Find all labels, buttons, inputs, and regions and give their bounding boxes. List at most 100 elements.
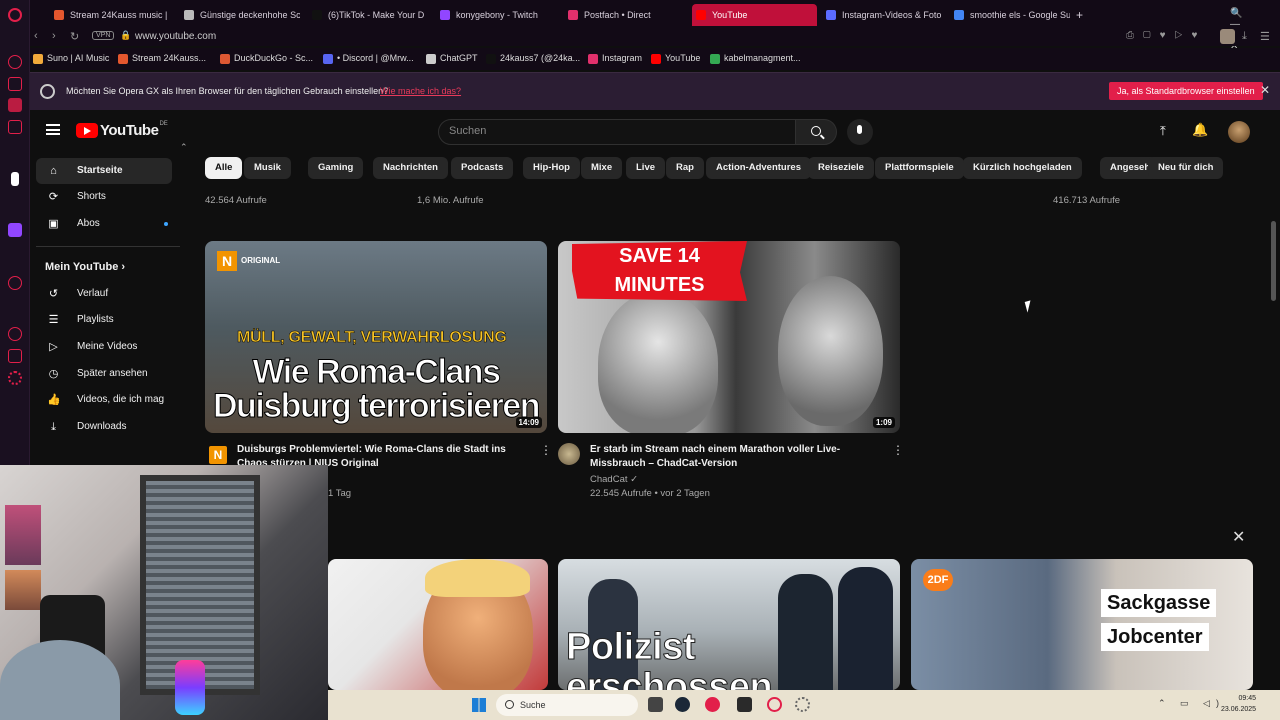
chip-rap[interactable]: Rap bbox=[666, 157, 704, 179]
tab-instagram-direct[interactable]: Postfach • Direct bbox=[564, 4, 684, 26]
chip-action-adventures[interactable]: Action-Adventures bbox=[706, 157, 811, 179]
video-thumbnail[interactable]: Polizist erschossen bbox=[558, 559, 900, 690]
url-field[interactable]: www.youtube.com bbox=[135, 31, 216, 42]
notifications-bell-icon[interactable]: 🔔 bbox=[1192, 122, 1208, 138]
system-tray[interactable]: ⌃ ▭ ◁) bbox=[1158, 698, 1225, 709]
bookmark-item[interactable]: kabelmanagment... bbox=[710, 53, 801, 64]
search-button[interactable] bbox=[795, 119, 837, 145]
news-icon[interactable] bbox=[8, 120, 22, 134]
chip-hiphop[interactable]: Hip-Hop bbox=[523, 157, 580, 179]
bookmark-item[interactable]: ChatGPT bbox=[426, 53, 478, 64]
extensions-icon[interactable] bbox=[8, 349, 22, 363]
chip-platformers[interactable]: Plattformspiele bbox=[875, 157, 964, 179]
bookmark-item[interactable]: Stream 24Kauss... bbox=[118, 53, 206, 64]
chip-news[interactable]: Nachrichten bbox=[373, 157, 448, 179]
gx-corner-icon[interactable] bbox=[8, 77, 22, 91]
vpn-badge[interactable]: VPN bbox=[92, 31, 115, 40]
chip-live[interactable]: Live bbox=[626, 157, 666, 179]
tab-stream-24kauss[interactable]: Stream 24Kauss music | L bbox=[50, 4, 170, 26]
sidebar-item-liked-videos[interactable]: 👍 Videos, die ich mag bbox=[36, 387, 172, 413]
my-youtube-heading[interactable]: Mein YouTube › bbox=[45, 261, 125, 273]
video-thumbnail[interactable]: 2DF Sackgasse Jobcenter bbox=[911, 559, 1253, 690]
speed-dial-icon[interactable] bbox=[8, 55, 22, 69]
search-input[interactable] bbox=[449, 125, 779, 137]
video-thumbnail[interactable]: N ORIGINAL MÜLL, GEWALT, VERWAHRLOSUNG W… bbox=[205, 241, 547, 433]
tab-instagram-videos[interactable]: Instagram-Videos & Foto bbox=[822, 4, 942, 26]
profile-avatar[interactable] bbox=[1220, 29, 1235, 44]
download-icon[interactable]: ⤓ bbox=[1242, 30, 1247, 43]
bookmark-favicon-icon bbox=[220, 54, 230, 64]
menu-icon[interactable]: ☰ bbox=[1260, 30, 1270, 43]
twitch-icon[interactable] bbox=[8, 98, 22, 112]
forward-icon[interactable]: › bbox=[52, 30, 56, 42]
chip-music[interactable]: Musik bbox=[244, 157, 291, 179]
settings-icon[interactable] bbox=[8, 371, 22, 385]
sidebar-item-my-videos[interactable]: ▷ Meine Videos bbox=[36, 334, 172, 360]
chip-new-for-you[interactable]: Neu für dich bbox=[1148, 157, 1224, 179]
settings-icon[interactable] bbox=[795, 697, 810, 712]
headline-line: Wie Roma-Clans bbox=[252, 353, 501, 391]
scrollbar-thumb[interactable] bbox=[1271, 221, 1276, 301]
bookmark-item[interactable]: 24kauss7 (@24ka... bbox=[486, 53, 580, 64]
chip-mixes[interactable]: Mixe bbox=[581, 157, 623, 179]
account-avatar[interactable] bbox=[1228, 121, 1250, 143]
chip-gaming[interactable]: Gaming bbox=[308, 157, 364, 179]
close-icon[interactable]: ✕ bbox=[1232, 527, 1245, 547]
taskbar-clock[interactable]: 09:45 23.06.2025 bbox=[1221, 693, 1256, 715]
tab-twitch[interactable]: konygebony - Twitch bbox=[436, 4, 556, 26]
player-icon[interactable] bbox=[8, 276, 22, 290]
toolbar-icons[interactable]: ⎙▢♥▷♥ bbox=[1126, 30, 1207, 41]
tab-google[interactable]: smoothie els - Google Su bbox=[950, 4, 1070, 26]
sidebar-item-downloads[interactable]: ⤓ Downloads bbox=[36, 414, 172, 440]
more-options-icon[interactable]: ⋮ bbox=[892, 443, 904, 457]
twitch-sidebar-icon[interactable] bbox=[8, 223, 22, 237]
chip-podcasts[interactable]: Podcasts bbox=[451, 157, 514, 179]
banner-close-icon[interactable]: ✕ bbox=[1260, 83, 1270, 97]
chip-all[interactable]: Alle bbox=[205, 157, 243, 179]
reload-icon[interactable]: ↻ bbox=[70, 30, 79, 43]
banner-help-link[interactable]: Wie mache ich das? bbox=[380, 86, 461, 96]
sidebar-item-home[interactable]: ⌂ Startseite bbox=[36, 158, 172, 184]
chip-travel[interactable]: Reiseziele bbox=[808, 157, 874, 179]
tiktok-icon[interactable] bbox=[11, 172, 19, 186]
file-explorer-icon[interactable] bbox=[648, 697, 663, 712]
upload-icon[interactable]: ⤒ bbox=[1160, 123, 1166, 139]
tab-deckenhohe[interactable]: Günstige deckenhohe Sc bbox=[180, 4, 300, 26]
voice-search-icon[interactable] bbox=[847, 119, 873, 145]
history-icon[interactable] bbox=[8, 327, 22, 341]
opera-logo-icon[interactable] bbox=[8, 8, 22, 22]
chevron-up-icon[interactable]: ⌃ bbox=[180, 142, 188, 153]
steam-icon[interactable] bbox=[675, 697, 690, 712]
bookmark-item[interactable]: Suno | AI Music bbox=[33, 53, 109, 64]
more-options-icon[interactable]: ⋮ bbox=[540, 443, 552, 457]
chip-recently-uploaded[interactable]: Kürzlich hochgeladen bbox=[963, 157, 1082, 179]
video-meta: 22.545 Aufrufe • vor 2 Tagen bbox=[590, 488, 710, 499]
bookmark-item[interactable]: DuckDuckGo - Sc... bbox=[220, 53, 313, 64]
tab-youtube[interactable]: YouTube bbox=[692, 4, 817, 26]
tab-tiktok[interactable]: (6)TikTok - Make Your D bbox=[308, 4, 428, 26]
hamburger-menu-icon[interactable] bbox=[46, 124, 60, 135]
youtube-logo[interactable]: YouTube DE bbox=[76, 121, 168, 139]
new-tab-button[interactable]: + bbox=[1072, 4, 1092, 26]
sidebar-item-subscriptions[interactable]: ▣ Abos bbox=[36, 211, 172, 237]
video-title[interactable]: Er starb im Stream nach einem Marathon v… bbox=[590, 443, 875, 471]
sidebar-item-playlists[interactable]: ☰ Playlists bbox=[36, 307, 172, 333]
windows-start-icon[interactable] bbox=[472, 698, 486, 712]
video-duration: 1:09 bbox=[872, 417, 895, 428]
bookmark-item[interactable]: YouTube bbox=[651, 53, 700, 64]
opera-gx-icon[interactable] bbox=[767, 697, 782, 712]
sidebar-item-shorts[interactable]: ⟳ Shorts bbox=[36, 184, 172, 210]
sidebar-item-watch-later[interactable]: ◷ Später ansehen bbox=[36, 361, 172, 387]
set-default-button[interactable]: Ja, als Standardbrowser einstellen bbox=[1109, 82, 1263, 100]
sidebar-item-history[interactable]: ↺ Verlauf bbox=[36, 281, 172, 307]
app-icon[interactable] bbox=[705, 697, 720, 712]
back-icon[interactable]: ‹ bbox=[34, 30, 38, 42]
taskbar-search[interactable]: Suche bbox=[496, 694, 638, 716]
channel-avatar[interactable]: N bbox=[209, 446, 227, 464]
video-thumbnail[interactable] bbox=[328, 559, 548, 690]
bookmark-item[interactable]: Instagram bbox=[588, 53, 642, 64]
bookmark-item[interactable]: • Discord | @Mrw... bbox=[323, 53, 414, 64]
channel-avatar[interactable] bbox=[558, 443, 580, 465]
channel-name[interactable]: ChadCat ✓ bbox=[590, 474, 638, 485]
epic-games-icon[interactable] bbox=[737, 697, 752, 712]
